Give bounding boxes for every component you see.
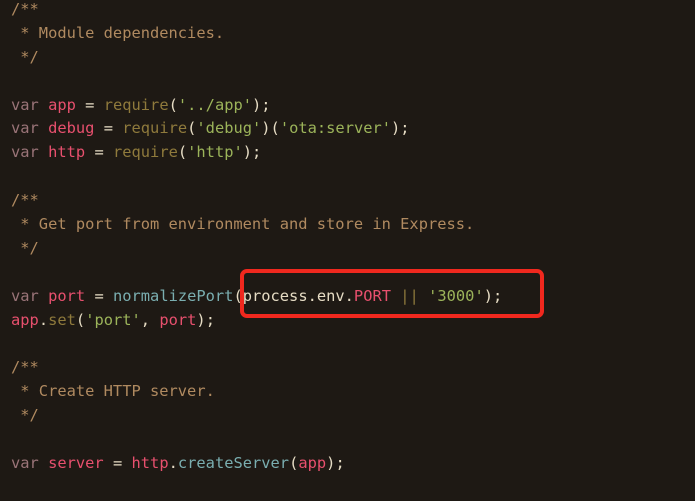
code-token-punct: ,: [140, 310, 160, 329]
code-line: */: [11, 237, 502, 261]
code-token-variable: http: [131, 453, 169, 472]
code-token-variable: app: [11, 310, 39, 329]
code-token-string: 'http': [187, 143, 243, 162]
code-line: var app = require('../app');: [11, 94, 502, 118]
code-token-variable: port: [48, 286, 86, 305]
code-token-comment: */: [11, 47, 39, 66]
code-token-punct: );: [326, 453, 345, 472]
code-token-keyword: var: [11, 453, 39, 472]
code-token-variable: port: [159, 310, 197, 329]
code-token-comment: */: [11, 406, 39, 425]
highlight-box: [240, 269, 544, 318]
code-token-punct: (: [75, 310, 86, 329]
code-token-punct: );: [242, 143, 262, 162]
code-line: var http = require('http');: [11, 141, 502, 165]
code-token-comment: /**: [11, 358, 39, 377]
code-line: */: [11, 404, 502, 428]
code-token-keyword: var: [11, 119, 39, 138]
code-token-function: createServer: [177, 453, 290, 472]
code-token-keyword: var: [11, 286, 39, 305]
code-editor[interactable]: /** * Module dependencies. */ var app = …: [11, 0, 502, 476]
code-token-variable: server: [48, 453, 104, 472]
code-token-builtin: require: [122, 119, 188, 138]
code-token-keyword: var: [11, 143, 39, 162]
code-token-punct: =: [94, 119, 123, 138]
code-line: * Module dependencies.: [11, 22, 502, 46]
code-token-builtin: set: [48, 310, 76, 329]
code-token-comment: /**: [11, 0, 39, 18]
code-token-punct: );: [391, 119, 410, 138]
code-token-variable: debug: [48, 119, 95, 138]
code-token-comment: /**: [11, 191, 39, 210]
code-token-punct: =: [103, 453, 132, 472]
code-line: /**: [11, 0, 502, 22]
code-token-punct: =: [75, 95, 104, 114]
code-token-string: 'debug': [196, 119, 262, 138]
code-token-punct: .: [38, 310, 49, 329]
code-token-punct: (: [187, 119, 197, 138]
code-token-punct: )(: [261, 119, 280, 138]
code-token-comment: */: [11, 238, 39, 257]
code-token-punct: (: [289, 453, 299, 472]
code-token-comment: * Get port from environment and store in…: [11, 215, 475, 234]
code-line: /**: [11, 189, 502, 213]
code-token-punct: =: [85, 143, 113, 162]
code-token-builtin: require: [103, 95, 169, 114]
code-token-variable: app: [48, 95, 76, 114]
code-line: */: [11, 46, 502, 70]
code-token-punct: );: [196, 310, 215, 329]
code-token-punct: .: [168, 453, 178, 472]
code-token-punct: (: [168, 95, 178, 114]
code-line: * Create HTTP server.: [11, 380, 502, 404]
code-line: var debug = require('debug')('ota:server…: [11, 117, 502, 141]
code-token-string: '../app': [177, 95, 253, 114]
code-token-punct: =: [85, 286, 113, 305]
code-token-builtin: require: [112, 143, 178, 162]
code-token-keyword: var: [11, 95, 39, 114]
code-line: * Get port from environment and store in…: [11, 213, 502, 237]
code-line: var server = http.createServer(app);: [11, 452, 502, 476]
code-token-punct: (: [177, 143, 188, 162]
code-token-comment: * Create HTTP server.: [11, 382, 215, 401]
code-token-punct: );: [252, 95, 271, 114]
code-token-variable: http: [48, 143, 86, 162]
code-token-function: normalizePort: [112, 286, 234, 305]
code-line: /**: [11, 356, 502, 380]
code-token-variable: app: [298, 453, 327, 472]
code-token-string: 'port': [85, 310, 141, 329]
code-token-string: 'ota:server': [279, 119, 392, 138]
code-token-comment: * Module dependencies.: [11, 23, 225, 42]
